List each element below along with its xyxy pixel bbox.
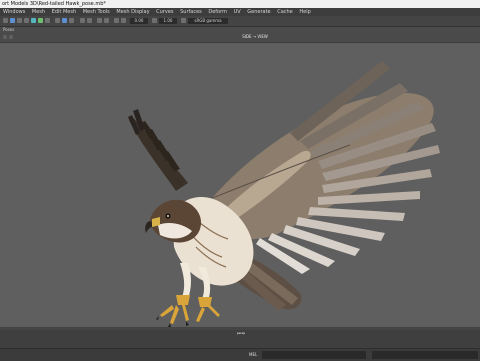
command-line-bar: MEL [0,348,480,361]
menu-surfaces[interactable]: Surfaces [178,8,204,16]
menu-uv[interactable]: UV [232,8,243,16]
camera-icon[interactable] [10,18,15,23]
status-toolbar: 0.00 1.00 sRGB gamma [0,16,480,27]
menu-curves[interactable]: Curves [154,8,175,16]
menu-mesh-tools[interactable]: Mesh Tools [81,8,112,16]
smooth-shade-icon[interactable] [31,18,36,23]
exposure-icon[interactable] [114,18,119,23]
menu-windows[interactable]: Windows [1,8,27,16]
resolution-gate-icon[interactable] [80,18,85,23]
menu-mesh[interactable]: Mesh [30,8,47,16]
menu-help[interactable]: Help [297,8,312,16]
panel-layout-icon[interactable] [9,35,13,39]
main-menubar: Windows Mesh Edit Mesh Mesh Tools Mesh D… [0,8,480,16]
lighting-icon[interactable] [45,18,50,23]
menu-mesh-display[interactable]: Mesh Display [114,8,151,16]
xray-icon[interactable] [69,18,74,23]
shelf-label: Poses [3,27,15,32]
film-gate-icon[interactable] [87,18,92,23]
field-chart-icon[interactable] [104,18,109,23]
mel-label: MEL [249,352,258,357]
camera-label: SIDE → VIEW [242,34,268,39]
far-wing [128,109,188,191]
exposure-field[interactable]: 0.00 [130,18,148,24]
gamma-toggle-icon[interactable] [152,18,157,23]
view-transform-field[interactable]: sRGB gamma [188,18,228,24]
menu-deform[interactable]: Deform [206,8,229,16]
textured-icon[interactable] [38,18,43,23]
isolate-icon[interactable] [62,18,67,23]
select-tool-icon[interactable] [3,18,8,23]
window-title: ort Models 3D\Red-tailed Hawk_pose.mb* [2,1,106,7]
command-input[interactable] [262,351,366,359]
window-titlebar: ort Models 3D\Red-tailed Hawk_pose.mb* [0,0,480,8]
wireframe-icon[interactable] [24,18,29,23]
color-management-icon[interactable] [181,18,186,23]
gamma-icon[interactable] [121,18,126,23]
hawk-model [128,61,440,327]
3d-viewport[interactable] [0,43,480,327]
panel-menu-icon[interactable] [3,35,7,39]
viewport-bottom-label: persp [236,331,246,335]
timeline-bar[interactable]: persp [0,330,480,348]
command-result-field [372,351,478,359]
menu-generate[interactable]: Generate [245,8,272,16]
shadows-icon[interactable] [55,18,60,23]
safe-area-icon[interactable] [97,18,102,23]
menu-cache[interactable]: Cache [275,8,295,16]
menu-edit-mesh[interactable]: Edit Mesh [50,8,78,16]
grid-icon[interactable] [17,18,22,23]
gamma-field[interactable]: 1.00 [159,18,177,24]
